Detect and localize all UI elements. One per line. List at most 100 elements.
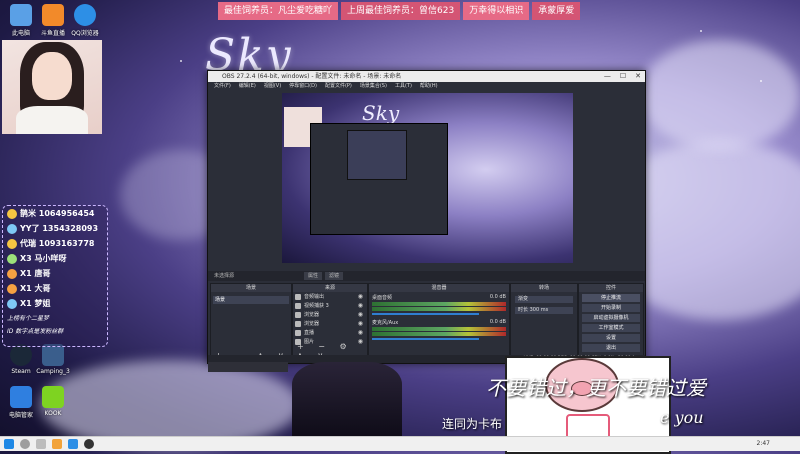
stop-streaming-button[interactable]: 停止推流 (582, 294, 640, 302)
system-clock[interactable]: 2:47 (757, 440, 770, 447)
taskbar-app-icon[interactable] (68, 439, 78, 449)
qq-browser-icon (74, 4, 96, 26)
menu-item-tools[interactable]: 工具(T) (395, 82, 412, 91)
filters-button[interactable]: 滤镜 (325, 272, 344, 280)
gift-leaderboard: 鹊米 1064956454 YY了 1354328093 代瑞 10931637… (2, 205, 108, 347)
rank-badge (7, 208, 17, 219)
dock-header: 转场 (511, 284, 577, 292)
window-titlebar[interactable]: OBS 27.2.4 (64-bit, windows) - 配置文件: 未命名… (208, 71, 645, 82)
dock-header: 控件 (579, 284, 643, 292)
menu-item-edit[interactable]: 编辑(E) (239, 82, 256, 91)
desktop-icon-steam[interactable]: Steam (4, 344, 38, 375)
mixer-channel: 麦克风/Aux 0.0 dB (369, 317, 509, 342)
settings-button[interactable]: 设置 (582, 334, 640, 342)
menu-item-help[interactable]: 帮助(H) (420, 82, 438, 91)
globe-icon (295, 311, 301, 318)
preview-logo: Sky (362, 101, 400, 125)
top-ticker: 最佳饲养员：凡尘爱吃糖吖 上周最佳饲养员：曾信623 万幸得以相识 承蒙厚爱 (218, 2, 581, 20)
volume-slider[interactable] (372, 313, 480, 315)
rank-badge (7, 223, 17, 234)
virtual-camera-button[interactable]: 启动虚拟摄像机 (582, 314, 640, 322)
source-item[interactable]: 视频捕获 3 ◉ (293, 301, 367, 310)
eye-icon[interactable]: ◉ (358, 302, 363, 309)
minimize-icon[interactable]: — (604, 71, 611, 82)
background-star (760, 80, 762, 82)
menu-item-scene-collection[interactable]: 场景集合(S) (360, 82, 387, 91)
source-item[interactable]: 浏览器 ◉ (293, 319, 367, 328)
overlay-text: e you (660, 408, 704, 427)
properties-button[interactable]: 属性 (304, 272, 323, 280)
menu-item-view[interactable]: 视图(V) (264, 82, 281, 91)
exit-button[interactable]: 退出 (582, 344, 640, 352)
menu-item-docks[interactable]: 停靠窗口(D) (289, 82, 317, 91)
shield-icon (10, 386, 32, 408)
scene-item[interactable]: 场景 (213, 296, 289, 304)
transitions-dock: 转场 渐变 时长 300 ms (510, 283, 578, 363)
no-source-label: 未选择源 (214, 273, 235, 279)
duration-input[interactable]: 时长 300 ms (515, 307, 573, 314)
obs-taskbar-icon[interactable] (84, 439, 94, 449)
background-star (180, 60, 182, 62)
list-item: X1 唐哥 (3, 266, 107, 281)
menu-item-file[interactable]: 文件(F) (214, 82, 231, 91)
transition-select[interactable]: 渐变 (515, 296, 573, 303)
obs-preview[interactable]: Sky (282, 93, 573, 263)
list-item: X1 大哥 (3, 281, 107, 296)
steam-icon (10, 344, 32, 366)
ticker-item: 最佳饲养员：凡尘爱吃糖吖 (218, 2, 339, 20)
taskbar-app-icon[interactable] (52, 439, 62, 449)
maximize-icon[interactable]: ☐ (620, 71, 626, 82)
game-icon (42, 344, 64, 366)
taskbar: 2:47 (0, 436, 800, 451)
ticker-item: 上周最佳饲养员：曾信623 (341, 2, 461, 20)
volume-meter (372, 327, 506, 331)
task-view-icon[interactable] (36, 439, 46, 449)
desktop-icon-this-pc[interactable]: 此电脑 (4, 4, 38, 37)
eye-icon[interactable]: ◉ (358, 311, 363, 318)
kook-icon (42, 386, 64, 408)
source-toolbar: 未选择源 属性 滤镜 (208, 271, 645, 281)
eye-icon[interactable]: ◉ (358, 293, 363, 300)
channel-level: 0.0 dB (489, 294, 506, 300)
sources-dock: 来源 音频输出 ◉ 视频捕获 3 ◉ 浏览器 ◉ 浏览器 ◉ 直播 ◉ 图片 ◉ + − ⚙… (292, 283, 368, 363)
list-item: YY了 1354328093 (3, 221, 107, 236)
source-item[interactable]: 音频输出 ◉ (293, 292, 367, 301)
audio-mixer-dock: 混音器 桌面音频 0.0 dB 麦克风/Aux 0.0 dB (368, 283, 510, 363)
obs-window[interactable]: OBS 27.2.4 (64-bit, windows) - 配置文件: 未命名… (207, 70, 646, 364)
globe-icon (295, 320, 301, 327)
desktop-icon-camping[interactable]: Camping_3 (36, 344, 70, 375)
channel-level: 0.0 dB (489, 319, 506, 325)
computer-icon (10, 4, 32, 26)
dock-header: 场景 (211, 284, 291, 292)
inner-taskbar (208, 362, 288, 372)
subtitle-text: 连同为卡布 (442, 417, 503, 431)
list-item: 代瑞 1093163778 (3, 236, 107, 251)
start-recording-button[interactable]: 开始录制 (582, 304, 640, 312)
windows-start-icon[interactable] (4, 439, 14, 449)
background-star (700, 30, 702, 32)
menu-item-profile[interactable]: 配置文件(P) (325, 82, 352, 91)
rank-badge (7, 283, 17, 294)
monitor-icon (295, 329, 301, 336)
desktop-icon-kook[interactable]: KOOK (36, 386, 70, 417)
studio-mode-button[interactable]: 工作室模式 (582, 324, 640, 332)
desktop-icon-douyu[interactable]: 斗鱼直播 (36, 4, 70, 37)
eye-icon[interactable]: ◉ (358, 329, 363, 336)
mixer-channel: 桌面音频 0.0 dB (369, 292, 509, 317)
volume-meter (372, 302, 506, 306)
search-icon[interactable] (20, 439, 30, 449)
background-cloud (640, 40, 800, 150)
list-item: X3 马小咩呀 (3, 251, 107, 266)
preview-right-margin (575, 93, 641, 263)
volume-slider[interactable] (372, 338, 480, 340)
list-item: X1 梦姐 (3, 296, 107, 311)
eye-icon[interactable]: ◉ (358, 320, 363, 327)
douyu-icon (42, 4, 64, 26)
camera-icon (295, 302, 301, 309)
ticker-item: 承蒙厚爱 (532, 2, 581, 20)
desktop-icon-qq-browser[interactable]: QQ浏览器 (68, 4, 102, 37)
desktop-icon-pc-manager[interactable]: 电脑管家 (4, 386, 38, 419)
source-item[interactable]: 浏览器 ◉ (293, 310, 367, 319)
close-icon[interactable]: ✕ (635, 71, 641, 82)
source-item[interactable]: 直播 ◉ (293, 328, 367, 337)
